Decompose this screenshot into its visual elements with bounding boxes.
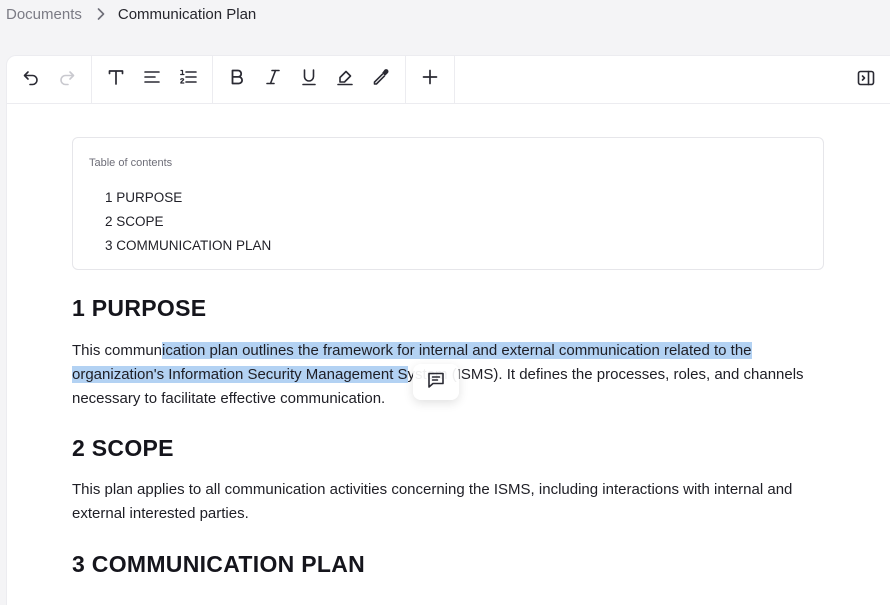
selected-text: organization's Information Security Mana…: [72, 366, 408, 383]
sidebar-toggle-button[interactable]: [848, 62, 884, 98]
comment-icon: [426, 370, 446, 395]
italic-button[interactable]: [255, 62, 291, 98]
heading-communication-plan: 3 COMMUNICATION PLAN: [72, 551, 366, 577]
text-style-button[interactable]: [98, 62, 134, 98]
text-style-icon: [106, 67, 126, 92]
numbered-list-button[interactable]: [170, 62, 206, 98]
paragraph-scope[interactable]: This plan applies to all communication a…: [72, 478, 824, 526]
plus-icon: [420, 67, 440, 92]
align-button[interactable]: [134, 62, 170, 98]
toc-item-scope[interactable]: 2 SCOPE: [105, 210, 807, 234]
undo-icon: [21, 67, 41, 92]
insert-group: [406, 56, 455, 103]
toc-item-purpose[interactable]: 1 PURPOSE: [105, 186, 807, 210]
selected-text: ication plan outlines the framework for …: [162, 342, 752, 359]
undo-button[interactable]: [13, 62, 49, 98]
underline-button[interactable]: [291, 62, 327, 98]
document-editor: Table of contents 1 PURPOSE 2 SCOPE 3 CO…: [6, 55, 890, 605]
color-picker-button[interactable]: [363, 62, 399, 98]
add-comment-button[interactable]: [413, 364, 459, 400]
highlight-button[interactable]: [327, 62, 363, 98]
document-body[interactable]: Table of contents 1 PURPOSE 2 SCOPE 3 CO…: [72, 137, 824, 578]
editor-toolbar: [7, 56, 890, 104]
heading-scope: 2 SCOPE: [72, 435, 174, 461]
heading-purpose: 1 PURPOSE: [72, 295, 207, 321]
sidebar-toggle-icon: [856, 68, 876, 93]
toc-item-communication-plan[interactable]: 3 COMMUNICATION PLAN: [105, 234, 807, 258]
breadcrumb-documents-link[interactable]: Documents: [6, 6, 82, 23]
insert-button[interactable]: [412, 62, 448, 98]
inline-format-group: [213, 56, 406, 103]
toc-title: Table of contents: [89, 157, 173, 169]
bold-button[interactable]: [219, 62, 255, 98]
redo-button[interactable]: [49, 62, 85, 98]
underline-icon: [299, 67, 319, 92]
highlight-icon: [335, 67, 355, 92]
color-picker-icon: [371, 67, 391, 92]
paragraph-text: This commun: [72, 342, 163, 359]
numbered-list-icon: [178, 67, 198, 92]
align-icon: [142, 67, 162, 92]
breadcrumb: Documents Communication Plan: [6, 4, 256, 24]
history-group: [7, 56, 92, 103]
redo-icon: [57, 67, 77, 92]
breadcrumb-current: Communication Plan: [117, 5, 257, 23]
bold-icon: [227, 67, 247, 92]
chevron-right-icon: [97, 8, 105, 20]
italic-icon: [263, 67, 283, 92]
table-of-contents: Table of contents 1 PURPOSE 2 SCOPE 3 CO…: [72, 137, 824, 270]
block-group: [92, 56, 213, 103]
